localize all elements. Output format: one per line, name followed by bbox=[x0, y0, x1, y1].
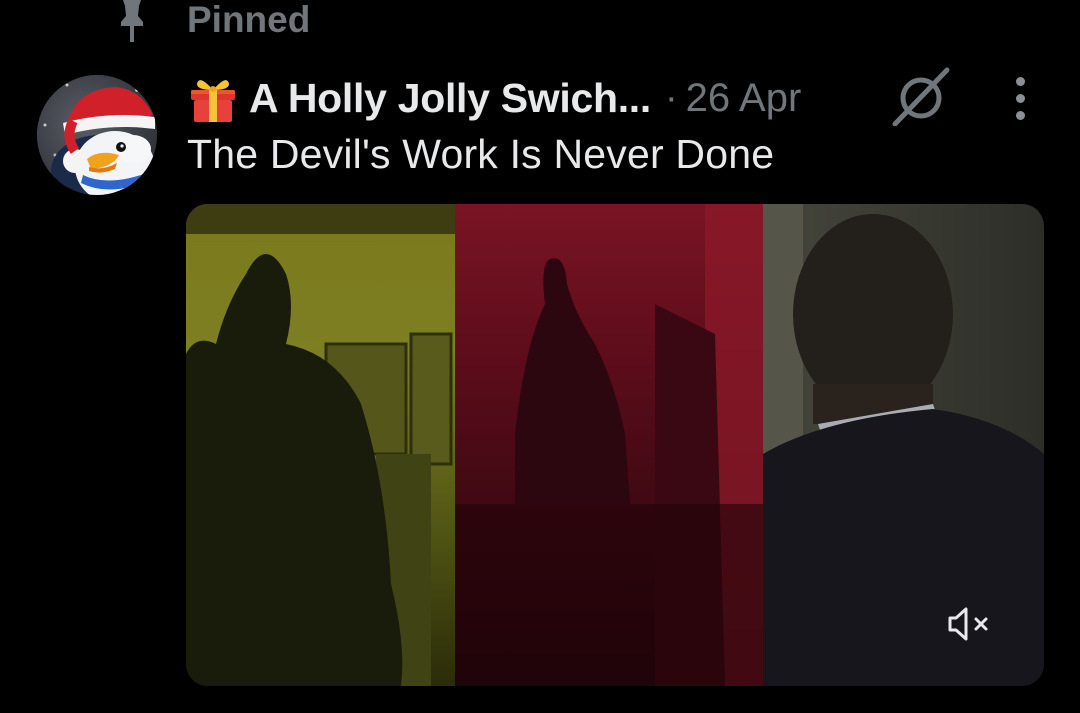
video-panel-grey bbox=[763, 204, 1044, 686]
pinned-label: Pinned bbox=[187, 0, 311, 40]
video-panel-yellow bbox=[186, 204, 455, 686]
post-date[interactable]: 26 Apr bbox=[686, 76, 802, 121]
mute-icon[interactable] bbox=[946, 606, 992, 642]
video-panel-red bbox=[455, 204, 763, 686]
post-text: The Devil's Work Is Never Done bbox=[187, 131, 775, 177]
separator-dot: · bbox=[664, 76, 678, 119]
pin-icon bbox=[121, 0, 143, 42]
more-button[interactable] bbox=[1000, 74, 1040, 122]
santa-penguin-avatar bbox=[37, 75, 157, 195]
timeline-page: Pinned A Holly Jolly Swich... · 26 Apr T… bbox=[0, 0, 1080, 713]
grok-icon[interactable] bbox=[891, 66, 951, 126]
more-icon bbox=[1015, 76, 1025, 86]
gift-icon bbox=[191, 80, 235, 122]
post-header: A Holly Jolly Swich... · 26 Apr bbox=[187, 70, 801, 126]
post-video[interactable] bbox=[186, 204, 1044, 686]
pinned-indicator: Pinned bbox=[112, 0, 310, 44]
display-name[interactable]: A Holly Jolly Swich... bbox=[249, 75, 651, 122]
avatar[interactable] bbox=[37, 75, 157, 195]
